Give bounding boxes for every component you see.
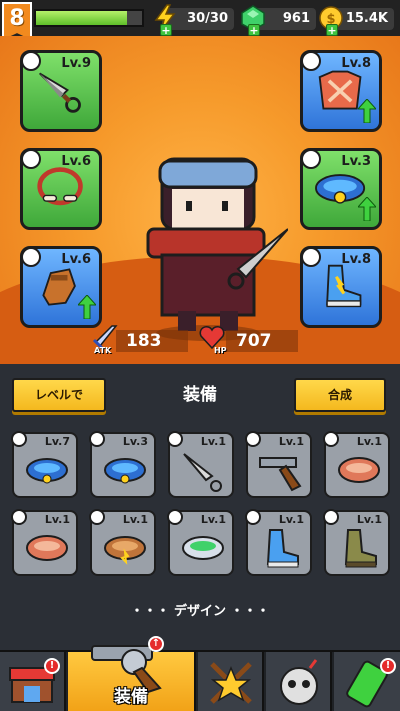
nav-tab-equipment[interactable]: ↑ 装備 [68, 636, 196, 711]
leather-belt-icon [338, 457, 380, 483]
item-type-icon [323, 431, 339, 447]
coin-value: 15.4K [345, 11, 388, 26]
inventory-item[interactable]: Lv.1 [167, 431, 234, 498]
bottom-nav: ! ↑ 装備 ! [0, 636, 400, 711]
player-level-badge[interactable]: 8 [2, 2, 32, 40]
hero-stats: ATK 183 HP 707 [90, 325, 310, 355]
equip-slot-weapon[interactable]: Lv.9 [20, 50, 102, 132]
nav-tab-talents[interactable]: ! [334, 652, 400, 711]
gem-value: 961 [282, 11, 310, 26]
equip-slot-necklace[interactable]: Lv.6 [20, 148, 102, 230]
energy-counter[interactable]: + 30/30 [154, 4, 234, 36]
item-type-icon [245, 509, 261, 525]
item-level: Lv.1 [278, 435, 304, 448]
blue-belt-icon [26, 458, 68, 484]
item-level: Lv.1 [356, 435, 382, 448]
inventory-item[interactable]: Lv.1 [89, 509, 156, 576]
sort-by-level-button[interactable]: レベルで [12, 378, 106, 412]
blue-belt-icon [104, 458, 146, 484]
item-type-icon [167, 509, 183, 525]
nav-tab-equipment-label: 装備 [114, 687, 148, 707]
merge-button[interactable]: 合成 [294, 378, 386, 412]
item-level: Lv.1 [200, 435, 226, 448]
player-level: 8 [9, 6, 25, 31]
necklace-level: Lv.6 [61, 154, 91, 169]
upgrade-arrow-icon [358, 99, 376, 123]
boots-type-icon [301, 247, 321, 267]
add-gems-icon[interactable]: + [248, 24, 260, 36]
item-level: Lv.7 [44, 435, 70, 448]
equip-slot-gloves[interactable]: Lv.6 [20, 246, 102, 328]
nav-tab-battle[interactable] [198, 652, 264, 711]
weapon-level: Lv.9 [61, 56, 91, 71]
nav-tab-shop[interactable]: ! [0, 652, 66, 711]
upgrade-arrow-icon [78, 295, 96, 319]
equipment-panel-header: レベルで 装備 合成 [0, 364, 400, 420]
hero-character[interactable] [138, 151, 288, 341]
belt-level: Lv.3 [341, 154, 371, 169]
inventory-item[interactable]: Lv.7 [11, 431, 78, 498]
item-level: Lv.1 [44, 513, 70, 526]
upgrade-arrow-icon [358, 197, 376, 221]
item-type-icon [245, 431, 261, 447]
hp-value: 707 [226, 330, 298, 352]
shop-notification-badge: ! [44, 658, 60, 674]
energy-value: 30/30 [187, 11, 228, 26]
armor-level: Lv.8 [341, 56, 371, 71]
kunai-icon [183, 453, 222, 492]
add-energy-icon[interactable]: + [160, 24, 172, 36]
equip-slot-belt[interactable]: Lv.3 [300, 148, 382, 230]
boots-level: Lv.8 [341, 252, 371, 267]
talents-notification-badge: ! [380, 658, 396, 674]
gem-counter[interactable]: + 961 [241, 5, 316, 36]
xp-progress-fill [36, 11, 128, 25]
item-level: Lv.1 [356, 513, 382, 526]
equip-slot-boots[interactable]: Lv.8 [300, 246, 382, 328]
brown-belt-icon [104, 536, 146, 565]
skull-bomb-icon [280, 659, 318, 705]
green-belt-icon [182, 536, 224, 560]
gloves-level: Lv.6 [61, 252, 91, 267]
item-type-icon [323, 509, 339, 525]
item-level: Lv.3 [122, 435, 148, 448]
item-type-icon [89, 431, 105, 447]
nav-tab-challenge[interactable] [266, 652, 332, 711]
atk-label: ATK [94, 346, 112, 355]
item-type-icon [11, 509, 27, 525]
item-type-icon [89, 509, 105, 525]
item-level: Lv.1 [200, 513, 226, 526]
crossed-swords-star-icon [210, 662, 252, 704]
weapon-type-icon [21, 51, 41, 71]
equipment-upgrade-badge: ↑ [148, 636, 164, 652]
inventory-item[interactable]: Lv.3 [89, 431, 156, 498]
hp-label: HP [214, 346, 227, 355]
item-level: Lv.1 [278, 513, 304, 526]
item-level: Lv.1 [122, 513, 148, 526]
inventory-item[interactable]: Lv.1 [323, 431, 390, 498]
gloves-type-icon [21, 247, 41, 267]
item-type-icon [167, 431, 183, 447]
add-coins-icon[interactable]: + [326, 24, 338, 36]
necklace-type-icon [21, 149, 41, 169]
xp-progress-bar [34, 9, 144, 27]
panel-title: 装備 [183, 385, 217, 405]
revolver-icon [259, 457, 302, 492]
design-section-label: ・・・ デザイン ・・・ [130, 604, 270, 619]
inventory-item[interactable]: Lv.1 [167, 509, 234, 576]
equip-slot-armor[interactable]: Lv.8 [300, 50, 382, 132]
coin-counter[interactable]: $ + 15.4K [319, 6, 394, 36]
top-status-bar: 8 + 30/30 + 961 $ + 15.4K [0, 0, 400, 40]
hero-equipment-area: Lv.9 Lv.6 Lv.6 Lv.8 Lv.3 Lv.8 [0, 36, 400, 364]
atk-value: 183 [116, 330, 188, 352]
blue-boots-icon [266, 529, 299, 568]
item-type-icon [11, 431, 27, 447]
armor-type-icon [301, 51, 321, 71]
brown-boots-icon [344, 529, 377, 568]
belt-type-icon [301, 149, 321, 169]
inventory-item[interactable]: Lv.1 [323, 509, 390, 576]
inventory-item[interactable]: Lv.1 [11, 509, 78, 576]
inventory-item[interactable]: Lv.1 [245, 431, 312, 498]
inventory-item[interactable]: Lv.1 [245, 509, 312, 576]
leather-belt-icon [26, 535, 68, 561]
